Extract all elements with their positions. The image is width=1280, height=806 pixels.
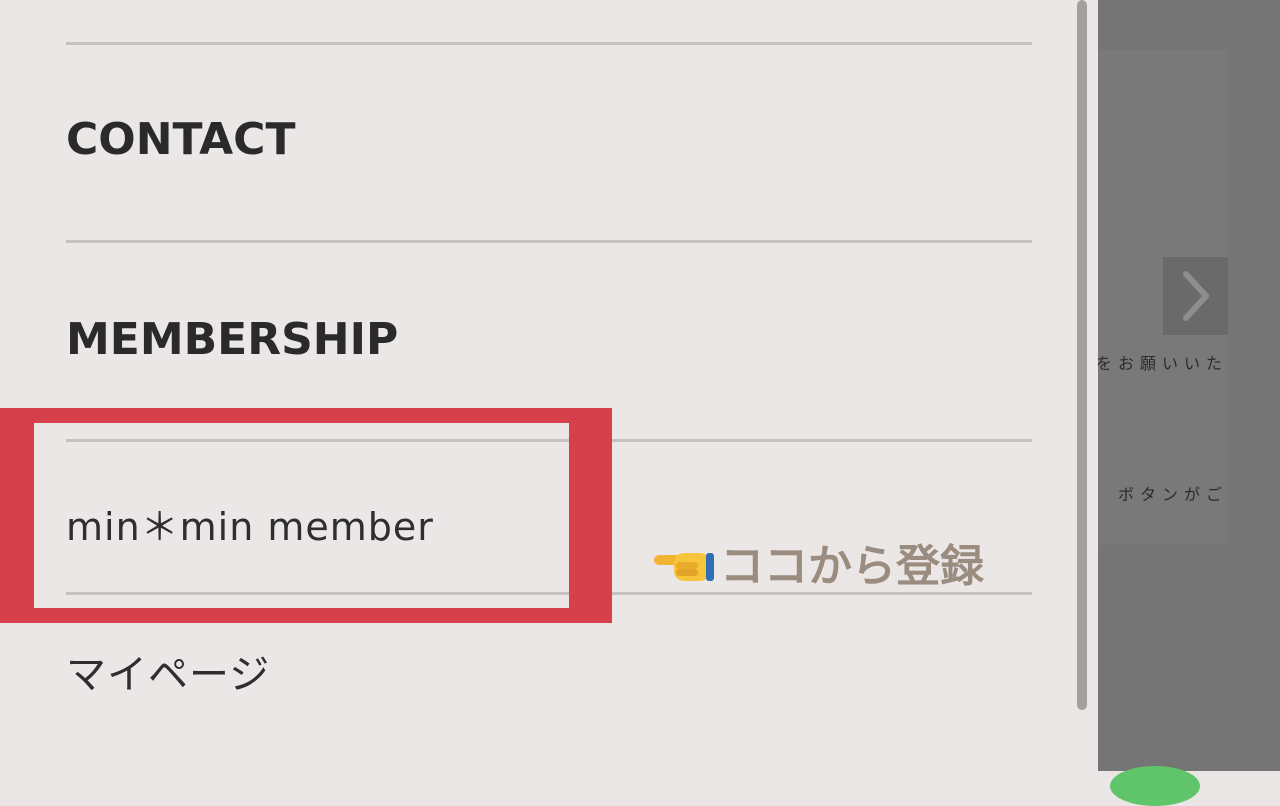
mypage-link[interactable]: マイページ [66, 642, 270, 700]
contact-link[interactable]: CONTACT [66, 114, 295, 165]
floating-action-button[interactable] [1110, 766, 1200, 806]
register-annotation: ココから登録 [652, 534, 984, 592]
menu-divider [66, 42, 1032, 45]
register-annotation-text: ココから登録 [720, 541, 984, 592]
background-text: をお願いいた [1095, 354, 1228, 373]
menu-divider [66, 240, 1032, 243]
side-menu-panel: CONTACT MEMBERSHIP min＊min member マイページ … [0, 0, 1098, 771]
background-text: ボタンがご [1117, 485, 1228, 504]
chevron-right-icon [1182, 271, 1209, 321]
highlight-box [0, 408, 612, 623]
membership-heading: MEMBERSHIP [66, 314, 399, 365]
next-button[interactable] [1163, 257, 1228, 335]
pointing-hand-icon [652, 539, 716, 585]
scrollbar[interactable] [1077, 0, 1087, 710]
